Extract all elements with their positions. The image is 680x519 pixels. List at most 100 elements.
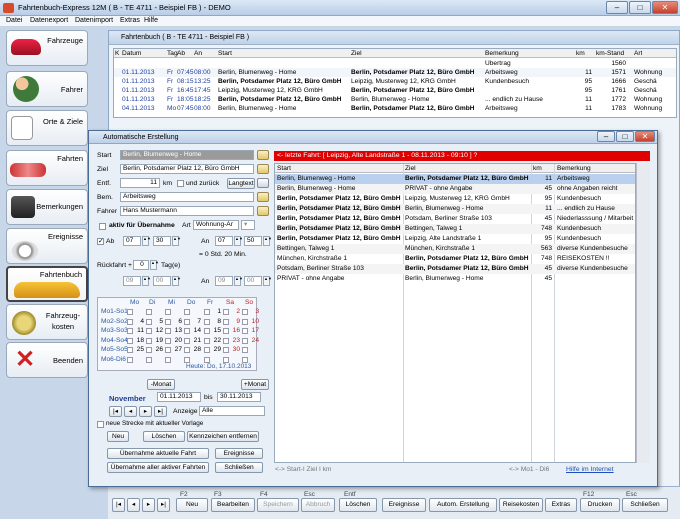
day-checkbox[interactable] — [223, 318, 229, 325]
und-zurueck-checkbox[interactable] — [177, 180, 184, 187]
dialog-maximize-button[interactable]: □ — [616, 131, 634, 142]
art-extra-select[interactable]: ▾ — [241, 220, 255, 230]
kennzeichen-entfernen-button[interactable]: Kennzeichen entfernen — [187, 431, 259, 442]
table-row[interactable]: 01.11.2013 Fr 07:45 08:00 Berlin, Blumenweg … — [114, 68, 676, 77]
to-date-field[interactable]: 30.11.2013 — [217, 392, 261, 402]
start-picker-icon[interactable] — [257, 150, 269, 160]
rueck-an-hour-spinner[interactable]: ▲▼ — [234, 276, 243, 286]
ereignisse-dialog-button[interactable]: Ereignisse — [215, 448, 263, 459]
table-row[interactable]: 01.11.2013 Fr 16:45 17:45 Leipzig, Musterweg… — [114, 86, 676, 95]
drucken-button[interactable]: Drucken — [580, 498, 620, 512]
day-checkbox[interactable] — [127, 337, 133, 344]
day-checkbox[interactable] — [242, 328, 248, 334]
day-checkbox[interactable] — [127, 318, 133, 325]
an-min-spinner[interactable]: ▲▼ — [263, 236, 272, 246]
day-checkbox[interactable] — [184, 309, 190, 315]
list-item[interactable]: Berlin, Blumenweg - Home Berlin, Potsdame… — [275, 174, 635, 184]
rueckfahrt-field[interactable]: 0 — [133, 260, 149, 270]
day-checkbox[interactable] — [146, 337, 152, 344]
week-row-label[interactable]: Mo4-So4 — [101, 337, 128, 344]
day-checkbox[interactable] — [204, 356, 210, 363]
table-row[interactable]: 01.11.2013 Fr 08:15 13:25 Berlin, Potsdamer … — [114, 77, 676, 86]
list-item[interactable]: Potsdam, Berliner Straße 103 Berlin, Pots… — [275, 264, 635, 274]
nav-ereignisse[interactable]: Ereignisse — [6, 228, 88, 264]
rueck-ab-hour-field[interactable]: 09 — [123, 276, 141, 286]
ab-checkbox[interactable] — [97, 237, 104, 245]
langtext-button[interactable]: Langtext — [227, 178, 255, 189]
from-date-field[interactable]: 01.11.2013 — [157, 392, 201, 402]
table-row[interactable]: Übertrag 1560 — [114, 59, 676, 68]
day-checkbox[interactable] — [165, 318, 171, 325]
list-item[interactable]: Berlin, Potsdamer Platz 12, Büro GmbH Lei… — [275, 234, 635, 244]
nav-orte-ziele[interactable]: Orte & Ziele — [6, 110, 88, 146]
list-item[interactable]: PRIVAT - ohne Angabe Berlin, Blumenweg - … — [275, 274, 635, 284]
menu-datenexport[interactable]: Datenexport — [30, 17, 68, 24]
rueck-ab-min-spinner[interactable]: ▲▼ — [172, 276, 181, 286]
abbruch-button[interactable]: Abbruch — [301, 498, 335, 512]
speichern-button[interactable]: Speichern — [257, 498, 299, 512]
prev-record-button[interactable]: ◂ — [127, 498, 140, 512]
uebernahme-aktuell-button[interactable]: Übernahme aktuelle Fahrt — [107, 448, 209, 459]
an-hour-field[interactable]: 07 — [215, 236, 233, 246]
day-checkbox[interactable] — [184, 347, 190, 353]
list-item[interactable]: Berlin, Potsdamer Platz 12, Büro GmbH Lei… — [275, 194, 635, 204]
menu-hilfe[interactable]: Hilfe — [144, 17, 158, 24]
day-checkbox[interactable] — [146, 347, 152, 353]
ab-hour-field[interactable]: 07 — [123, 236, 141, 246]
ziel-picker-icon[interactable] — [257, 164, 269, 174]
week-row-label[interactable]: Mo2-So2 — [101, 318, 128, 325]
day-checkbox[interactable] — [165, 328, 171, 334]
list-item[interactable]: Berlin, Potsdamer Platz 12, Büro GmbH Bet… — [275, 224, 635, 234]
nav-fahrten[interactable]: Fahrten — [6, 150, 88, 186]
dialog-minimize-button[interactable]: – — [597, 131, 615, 142]
day-checkbox[interactable] — [146, 318, 152, 325]
maximize-button[interactable]: □ — [629, 1, 651, 14]
day-checkbox[interactable] — [146, 309, 152, 315]
dialog-close-button[interactable]: ✕ — [635, 131, 655, 142]
day-checkbox[interactable] — [223, 328, 229, 334]
day-checkbox[interactable] — [127, 356, 133, 363]
bemerkung-picker-icon[interactable] — [257, 192, 269, 202]
minimize-button[interactable]: – — [606, 1, 628, 14]
list-item[interactable]: Berlin, Potsdamer Platz 12, Büro GmbH Pot… — [275, 214, 635, 224]
day-checkbox[interactable] — [165, 347, 171, 353]
nav-fahrer[interactable]: Fahrer — [6, 71, 88, 107]
rueck-ab-hour-spinner[interactable]: ▲▼ — [142, 276, 151, 286]
day-checkbox[interactable] — [242, 356, 248, 363]
day-checkbox[interactable] — [127, 347, 133, 353]
day-checkbox[interactable] — [127, 309, 133, 315]
calculator-icon[interactable] — [257, 178, 269, 188]
neu-button[interactable]: Neu — [176, 498, 208, 512]
ab-hour-spinner[interactable]: ▲▼ — [142, 236, 151, 246]
distance-field[interactable]: 11 — [120, 178, 160, 188]
close-button[interactable]: ✕ — [652, 1, 678, 14]
week-row-label[interactable]: Mo1-So1 — [101, 308, 128, 315]
ziel-field[interactable]: Berlin, Potsdamer Platz 12, Büro GmbH — [120, 164, 254, 174]
menu-extras[interactable]: Extras — [120, 17, 140, 24]
list-item[interactable]: München, Kirchstraße 1 Berlin, Potsdamer … — [275, 254, 635, 264]
anzeige-select[interactable]: Alle — [199, 406, 265, 416]
plus-month-button[interactable]: +Monat — [241, 379, 269, 390]
start-field[interactable]: Berlin, Blumenweg - Home — [120, 150, 254, 160]
day-checkbox[interactable] — [223, 356, 229, 363]
rueck-ab-min-field[interactable]: 00 — [153, 276, 171, 286]
table-row[interactable]: 01.11.2013 Fr 18:05 18:25 Berlin, Potsdamer … — [114, 95, 676, 104]
day-checkbox[interactable] — [204, 309, 210, 315]
route-template-table[interactable]: Start Ziel km Bemerkung Berlin, Blumenwe… — [274, 163, 636, 463]
last-button[interactable]: ▸| — [154, 406, 167, 417]
trip-table[interactable]: K Datum Tag Ab An Start Ziel Bemerkung k… — [113, 48, 677, 118]
day-checkbox[interactable] — [242, 337, 248, 344]
neu-dialog-button[interactable]: Neu — [107, 431, 129, 442]
day-checkbox[interactable] — [146, 356, 152, 363]
week-row-label[interactable]: Mo6-Di6 — [101, 356, 126, 363]
day-checkbox[interactable] — [242, 309, 248, 315]
day-checkbox[interactable] — [165, 356, 171, 363]
day-checkbox[interactable] — [204, 347, 210, 353]
first-record-button[interactable]: |◂ — [112, 498, 125, 512]
day-checkbox[interactable] — [242, 347, 248, 353]
bemerkung-field[interactable]: Arbeitsweg — [120, 192, 254, 202]
day-checkbox[interactable] — [184, 356, 190, 363]
nav-fahrzeuge[interactable]: Fahrzeuge — [6, 30, 88, 66]
ab-min-spinner[interactable]: ▲▼ — [172, 236, 181, 246]
schliessen-dialog-button[interactable]: Schließen — [215, 462, 263, 473]
